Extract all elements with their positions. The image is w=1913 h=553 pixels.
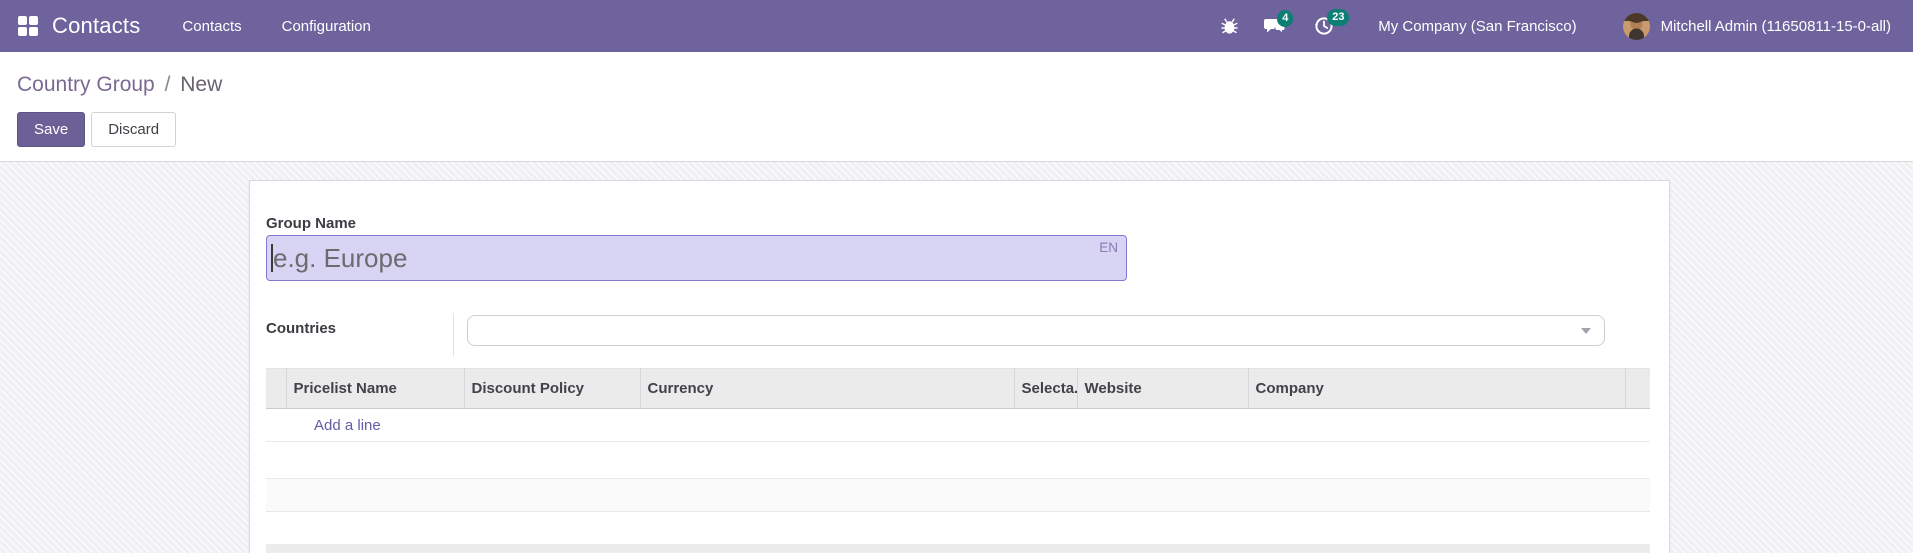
translation-lang-badge[interactable]: EN xyxy=(1099,240,1118,255)
pricelists-header-row: Pricelist Name Discount Policy Currency … xyxy=(266,368,1650,409)
column-header-currency[interactable]: Currency xyxy=(640,368,1015,409)
user-menu[interactable]: Mitchell Admin (11650811-15-0-all) xyxy=(1661,18,1891,35)
activities-badge: 23 xyxy=(1327,9,1350,26)
control-panel: Country Group / New Save Discard xyxy=(0,52,1913,162)
column-header-website[interactable]: Website xyxy=(1077,368,1249,409)
avatar[interactable] xyxy=(1622,12,1650,40)
column-header-actions xyxy=(1625,368,1650,409)
breadcrumb-separator: / xyxy=(164,73,171,96)
control-panel-buttons: Save Discard xyxy=(17,112,1913,147)
text-cursor xyxy=(271,244,273,272)
add-a-line-link[interactable]: Add a line xyxy=(266,408,1650,442)
group-name-label: Group Name xyxy=(266,215,357,232)
pricelists-table: Pricelist Name Discount Policy Currency … xyxy=(266,368,1650,442)
next-table-header-band xyxy=(266,544,1650,553)
app-brand[interactable]: Contacts xyxy=(52,13,140,39)
countries-field-row: Countries xyxy=(266,313,1650,357)
column-header-company[interactable]: Company xyxy=(1248,368,1626,409)
breadcrumb: Country Group / New xyxy=(17,52,1913,97)
messages-badge: 4 xyxy=(1277,9,1294,27)
group-name-field: EN xyxy=(266,235,1127,281)
column-header-selectable[interactable]: Selecta... xyxy=(1014,368,1078,409)
form-sheet: Group Name EN Countries Pricelist Name xyxy=(249,180,1670,553)
column-header-pricelist-name[interactable]: Pricelist Name xyxy=(286,368,465,409)
add-line-row: Add a line xyxy=(266,408,1650,442)
activities-menu[interactable]: 23 xyxy=(1314,9,1350,36)
page-body: Group Name EN Countries Pricelist Name xyxy=(0,162,1913,553)
navbar-right: 4 23 My Company (San Francisco) Mitchell… xyxy=(1221,9,1913,40)
field-divider xyxy=(453,313,454,357)
column-header-discount-policy[interactable]: Discount Policy xyxy=(464,368,641,409)
save-button[interactable]: Save xyxy=(17,112,86,147)
company-switcher[interactable]: My Company (San Francisco) xyxy=(1378,18,1576,35)
bug-icon[interactable] xyxy=(1221,17,1238,35)
column-header-handle xyxy=(266,368,287,409)
chevron-down-icon[interactable] xyxy=(1581,328,1591,334)
breadcrumb-link-country-group[interactable]: Country Group xyxy=(17,73,155,96)
group-name-input[interactable] xyxy=(266,235,1127,281)
countries-dropdown[interactable] xyxy=(467,315,1605,346)
navbar-left: Contacts Contacts Configuration xyxy=(0,13,371,39)
top-navbar: Contacts Contacts Configuration 4 23 My … xyxy=(0,0,1913,52)
empty-row-band xyxy=(266,478,1650,512)
menu-configuration[interactable]: Configuration xyxy=(282,18,371,35)
discard-button[interactable]: Discard xyxy=(91,112,177,147)
apps-menu-icon[interactable] xyxy=(18,16,38,36)
messages-menu[interactable]: 4 xyxy=(1264,9,1294,36)
breadcrumb-current-new: New xyxy=(180,73,223,96)
countries-label: Countries xyxy=(266,320,337,337)
menu-contacts[interactable]: Contacts xyxy=(182,18,241,35)
